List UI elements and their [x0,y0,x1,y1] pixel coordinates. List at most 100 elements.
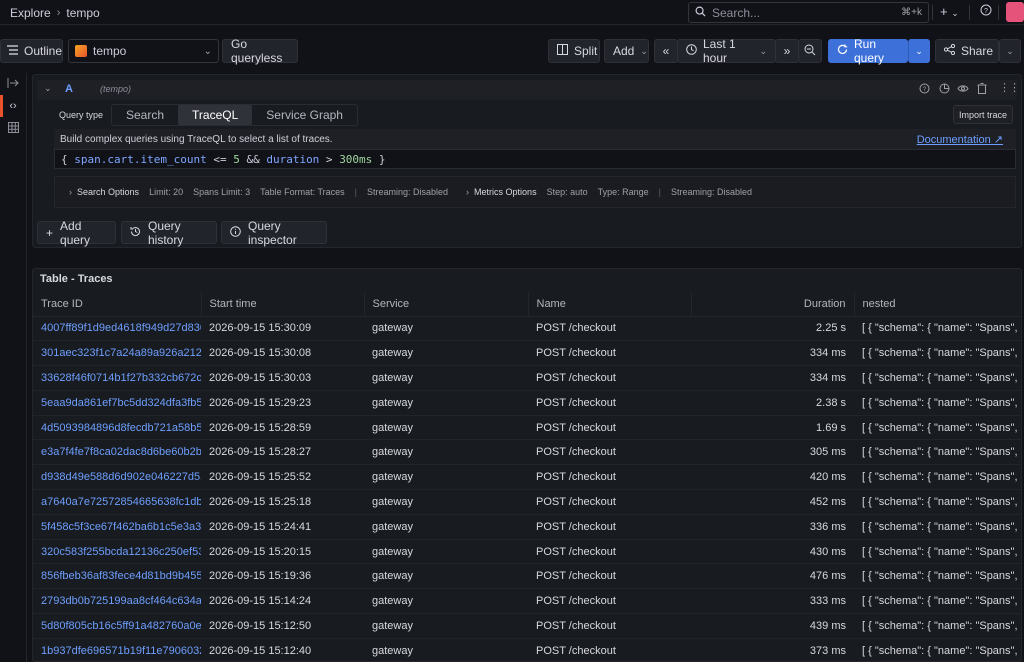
table-row[interactable]: 33628f46f0714b1f27b332cb672c5 2026-09-15 … [33,365,1021,391]
query-inspector-button[interactable]: Query inspector [221,219,327,247]
trace-id-cell[interactable]: 4d5093984896d8fecdb721a58b5b [33,415,201,441]
trace-id-cell[interactable]: d938d49e588d6d902e046227d51 [33,464,201,491]
share-options-button[interactable]: ⌄ [999,39,1021,63]
split-button[interactable]: Split [548,39,600,63]
duration-cell: 333 ms [691,588,854,615]
table-row[interactable]: 301aec323f1c7a24a89a926a21272 2026-09-15 … [33,340,1021,367]
start-time-cell: 2026-09-15 15:25:18 [201,489,364,515]
table-row[interactable]: 5eaa9da861ef7bc5dd324dfa3fb56 2026-09-15 … [33,390,1021,416]
outline-button[interactable]: Outline [0,39,63,63]
service-cell: gateway [364,439,528,466]
start-time-cell: 2026-09-15 15:12:40 [201,638,364,662]
table-row[interactable]: a7640a7e72572854665638fc1db6 2026-09-15 1… [33,489,1021,515]
table-row[interactable]: 5f458c5f3ce67f462ba6b1c5e3a3 2026-09-15 1… [33,514,1021,540]
search-options-toggle[interactable]: › Search Options [69,187,139,197]
service-cell: gateway [364,390,528,416]
search-input[interactable]: Search... ⌘+k [688,2,929,23]
breadcrumb-current: tempo [66,6,100,20]
col-nested[interactable]: nested [854,292,1021,317]
datasource-picker[interactable]: tempo ⌄ [68,39,219,63]
table-row[interactable]: e3a7f4fe7f8ca02dac8d6be60b2b 2026-09-15 1… [33,439,1021,466]
divider [969,5,970,20]
trace-id-cell[interactable]: a7640a7e72572854665638fc1db6 [33,489,201,515]
zoom-out-button[interactable] [798,39,822,63]
tab-service-graph[interactable]: Service Graph [252,105,357,125]
trace-id-cell[interactable]: e3a7f4fe7f8ca02dac8d6be60b2b [33,439,201,466]
trace-id-cell[interactable]: 856fbeb36af83fece4d81bd9b455 [33,563,201,590]
trace-id-cell[interactable]: 301aec323f1c7a24a89a926a21272 [33,340,201,367]
col-service[interactable]: Service [364,292,529,317]
eye-icon[interactable] [957,83,969,97]
time-forward-button[interactable]: » [775,39,799,63]
service-cell: gateway [364,365,528,391]
nested-cell: [ { "schema": { "name": "Spans", " [854,316,1021,342]
chevrons-right-icon: » [783,44,791,58]
trace-id-cell[interactable]: 2793db0b725199aa8cf464c634af [33,588,201,615]
table-row[interactable]: 5d80f805cb16c5ff91a482760a0e 2026-09-15 1… [33,613,1021,639]
col-trace-id[interactable]: Trace ID [33,292,202,317]
time-back-button[interactable]: « [654,39,678,63]
table-row[interactable]: 856fbeb36af83fece4d81bd9b455 2026-09-15 1… [33,563,1021,590]
trace-id-cell[interactable]: 5eaa9da861ef7bc5dd324dfa3fb56 [33,390,201,416]
trace-id-cell[interactable]: 1b937dfe696571b19f11e7906032 [33,638,201,662]
help-icon[interactable]: ? [980,4,992,19]
nested-cell: [ { "schema": { "name": "Spans", " [854,613,1021,639]
service-cell: gateway [364,563,528,590]
trace-id-cell[interactable]: 5f458c5f3ce67f462ba6b1c5e3a3 [33,514,201,540]
trash-icon[interactable] [977,83,987,97]
trace-id-cell[interactable]: 320c583f255bcda12136c250ef53 [33,539,201,565]
table-row[interactable]: 320c583f255bcda12136c250ef53 2026-09-15 1… [33,539,1021,565]
share-button[interactable]: Share [935,39,999,63]
duration-cell: 430 ms [691,539,854,565]
table-row[interactable]: 1b937dfe696571b19f11e7906032 2026-09-15 1… [33,638,1021,662]
duration-cell: 420 ms [691,464,854,491]
traceql-editor[interactable]: { span.cart.item_count <= 5 && duration … [54,149,1016,169]
col-name[interactable]: Name [528,292,692,317]
avatar[interactable] [1006,2,1024,22]
metrics-options-toggle[interactable]: › Metrics Options [466,187,537,197]
chevrons-left-icon: « [662,44,670,58]
history-icon [130,226,141,240]
duration-cell: 334 ms [691,340,854,367]
table-row[interactable]: 4d5093984896d8fecdb721a58b5b 2026-09-15 1… [33,415,1021,441]
breadcrumb-explore[interactable]: Explore [10,6,51,20]
table-row[interactable]: 2793db0b725199aa8cf464c634af 2026-09-15 1… [33,588,1021,615]
code-icon[interactable]: ‹› [6,99,20,113]
run-query-options-button[interactable]: ⌄ [908,39,930,63]
chevron-down-icon: ⌄ [203,45,212,57]
name-cell: POST /checkout [528,613,691,639]
tab-traceql[interactable]: TraceQL [178,105,253,125]
query-ref-id[interactable]: A [65,83,73,95]
start-time-cell: 2026-09-15 15:30:08 [201,340,364,367]
duration-cell: 336 ms [691,514,854,540]
collapse-chevron-icon[interactable]: ⌄ [44,83,52,94]
query-history-button[interactable]: Query history [121,219,217,247]
duplicate-icon[interactable] [939,83,950,97]
drag-handle-icon[interactable]: ⋮⋮ [999,81,1020,94]
col-duration[interactable]: Duration [691,292,855,317]
help-icon[interactable]: ? [919,83,930,97]
col-start-time[interactable]: Start time [201,292,365,317]
service-cell: gateway [364,415,528,441]
add-menu-button[interactable]: + ⌄ [940,4,959,19]
add-button[interactable]: Add ⌄ [604,39,649,63]
expand-sidebar-icon[interactable] [6,77,20,91]
go-queryless-button[interactable]: Go queryless [222,37,298,65]
name-cell: POST /checkout [528,415,691,441]
time-range-picker[interactable]: Last 1 hour ⌄ [677,37,776,65]
trace-id-cell[interactable]: 4007ff89f1d9ed4618f949d27d830 [33,316,201,342]
documentation-link[interactable]: Documentation ↗ [917,133,1003,146]
search-placeholder: Search... [712,5,761,20]
tab-search[interactable]: Search [112,105,178,125]
import-trace-button[interactable]: Import trace [953,105,1013,124]
trace-id-cell[interactable]: 33628f46f0714b1f27b332cb672c5 [33,365,201,391]
start-time-cell: 2026-09-15 15:12:50 [201,613,364,639]
table-icon[interactable] [6,122,20,136]
table-row[interactable]: 4007ff89f1d9ed4618f949d27d830 2026-09-15 … [33,316,1021,342]
tempo-logo-icon [75,45,87,57]
trace-id-cell[interactable]: 5d80f805cb16c5ff91a482760a0e [33,613,201,639]
name-cell: POST /checkout [528,489,691,515]
table-row[interactable]: d938d49e588d6d902e046227d51 2026-09-15 15… [33,464,1021,491]
add-query-button[interactable]: + Add query [37,219,116,247]
run-query-button[interactable]: Run query [828,37,908,65]
